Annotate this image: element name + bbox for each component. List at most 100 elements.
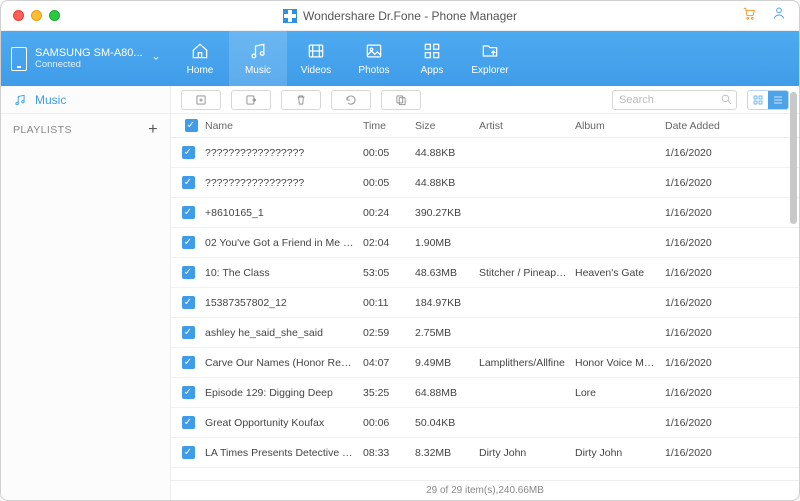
table-row[interactable]: +8610165_100:24390.27KB1/16/2020 bbox=[171, 198, 799, 228]
cell-name: LA Times Presents Detective Trapp... bbox=[203, 447, 363, 459]
cell-date: 1/16/2020 bbox=[665, 357, 745, 369]
close-window-button[interactable] bbox=[13, 10, 24, 21]
nav-home[interactable]: Home bbox=[171, 31, 229, 86]
table-row[interactable]: Episode 129: Digging Deep35:2564.88MBLor… bbox=[171, 378, 799, 408]
sidebar-section-playlists: PLAYLISTS + bbox=[1, 114, 170, 146]
col-header-time[interactable]: Time bbox=[363, 120, 415, 132]
cell-date: 1/16/2020 bbox=[665, 207, 745, 219]
search-box bbox=[612, 90, 737, 110]
col-header-album[interactable]: Album bbox=[575, 120, 665, 132]
table-row[interactable]: 10: The Class53:0548.63MBStitcher / Pine… bbox=[171, 258, 799, 288]
cell-time: 04:07 bbox=[363, 357, 415, 369]
row-checkbox[interactable] bbox=[179, 356, 203, 369]
cell-artist: Stitcher / Pineapple... bbox=[479, 267, 575, 279]
dedup-button[interactable] bbox=[381, 90, 421, 110]
status-text: 29 of 29 item(s),240.66MB bbox=[426, 485, 544, 496]
cell-date: 1/16/2020 bbox=[665, 267, 745, 279]
row-checkbox[interactable] bbox=[179, 446, 203, 459]
vertical-scrollbar[interactable] bbox=[790, 92, 797, 224]
col-header-date[interactable]: Date Added bbox=[665, 120, 745, 132]
videos-icon bbox=[306, 41, 326, 61]
cell-time: 02:59 bbox=[363, 327, 415, 339]
cell-time: 00:11 bbox=[363, 297, 415, 309]
cell-size: 44.88KB bbox=[415, 177, 479, 189]
table-row[interactable]: LA Times Presents Detective Trapp...08:3… bbox=[171, 438, 799, 468]
cart-icon[interactable] bbox=[741, 5, 757, 26]
cell-size: 8.32MB bbox=[415, 447, 479, 459]
cell-date: 1/16/2020 bbox=[665, 417, 745, 429]
table-row[interactable]: Carve Our Names (Honor Remixed)04:079.49… bbox=[171, 348, 799, 378]
cell-time: 53:05 bbox=[363, 267, 415, 279]
grid-view-button[interactable] bbox=[748, 91, 768, 109]
nav-apps[interactable]: Apps bbox=[403, 31, 461, 86]
row-checkbox[interactable] bbox=[179, 296, 203, 309]
cell-time: 00:06 bbox=[363, 417, 415, 429]
device-selector[interactable]: SAMSUNG SM-A80... Connected bbox=[1, 47, 171, 71]
nav-music[interactable]: Music bbox=[229, 31, 287, 86]
cell-name: +8610165_1 bbox=[203, 207, 363, 219]
nav-photos[interactable]: Photos bbox=[345, 31, 403, 86]
cell-time: 00:05 bbox=[363, 147, 415, 159]
view-toggle bbox=[747, 90, 789, 110]
toolbar bbox=[171, 86, 799, 114]
row-checkbox[interactable] bbox=[179, 266, 203, 279]
cell-size: 50.04KB bbox=[415, 417, 479, 429]
row-checkbox[interactable] bbox=[179, 176, 203, 189]
sidebar-header[interactable]: Music bbox=[1, 86, 170, 114]
col-header-size[interactable]: Size bbox=[415, 120, 479, 132]
cell-size: 64.88MB bbox=[415, 387, 479, 399]
account-icon[interactable] bbox=[771, 5, 787, 26]
table-body: ?????????????????00:0544.88KB1/16/2020??… bbox=[171, 138, 799, 480]
list-view-button[interactable] bbox=[768, 91, 788, 109]
music-icon bbox=[248, 41, 268, 61]
table-row[interactable]: 15387357802_1200:11184.97KB1/16/2020 bbox=[171, 288, 799, 318]
refresh-button[interactable] bbox=[331, 90, 371, 110]
apps-icon bbox=[422, 41, 442, 61]
table-header: Name Time Size Artist Album Date Added bbox=[171, 114, 799, 138]
row-checkbox[interactable] bbox=[179, 206, 203, 219]
nav-videos[interactable]: Videos bbox=[287, 31, 345, 86]
table-row[interactable]: ?????????????????00:0544.88KB1/16/2020 bbox=[171, 138, 799, 168]
sidebar: Music PLAYLISTS + bbox=[1, 86, 171, 500]
table-row[interactable]: ?????????????????00:0544.88KB1/16/2020 bbox=[171, 168, 799, 198]
chevron-down-icon bbox=[151, 50, 161, 68]
add-playlist-button[interactable]: + bbox=[148, 122, 158, 138]
sidebar-section-label: PLAYLISTS bbox=[13, 124, 72, 136]
phone-icon bbox=[11, 47, 27, 71]
cell-date: 1/16/2020 bbox=[665, 387, 745, 399]
col-header-artist[interactable]: Artist bbox=[479, 120, 575, 132]
minimize-window-button[interactable] bbox=[31, 10, 42, 21]
cell-name: 15387357802_12 bbox=[203, 297, 363, 309]
cell-name: Carve Our Names (Honor Remixed) bbox=[203, 357, 363, 369]
device-name: SAMSUNG SM-A80... bbox=[35, 47, 143, 59]
nav-explorer[interactable]: Explorer bbox=[461, 31, 519, 86]
nav-label: Apps bbox=[421, 65, 444, 76]
cell-size: 390.27KB bbox=[415, 207, 479, 219]
row-checkbox[interactable] bbox=[179, 236, 203, 249]
delete-button[interactable] bbox=[281, 90, 321, 110]
row-checkbox[interactable] bbox=[179, 326, 203, 339]
search-input[interactable] bbox=[612, 90, 737, 110]
row-checkbox[interactable] bbox=[179, 146, 203, 159]
home-icon bbox=[190, 41, 210, 61]
maximize-window-button[interactable] bbox=[49, 10, 60, 21]
col-header-name[interactable]: Name bbox=[203, 120, 363, 132]
music-icon bbox=[13, 93, 27, 107]
table-row[interactable]: ashley he_said_she_said02:592.75MB1/16/2… bbox=[171, 318, 799, 348]
cell-name: Episode 129: Digging Deep bbox=[203, 387, 363, 399]
cell-name: 10: The Class bbox=[203, 267, 363, 279]
nav-label: Explorer bbox=[471, 65, 508, 76]
window-controls bbox=[13, 10, 60, 21]
main-area: Music PLAYLISTS + bbox=[1, 86, 799, 500]
row-checkbox[interactable] bbox=[179, 386, 203, 399]
cell-time: 02:04 bbox=[363, 237, 415, 249]
cell-date: 1/16/2020 bbox=[665, 297, 745, 309]
cell-date: 1/16/2020 bbox=[665, 177, 745, 189]
cell-name: Great Opportunity Koufax bbox=[203, 417, 363, 429]
export-button[interactable] bbox=[231, 90, 271, 110]
select-all-checkbox[interactable] bbox=[179, 119, 203, 132]
table-row[interactable]: 02 You've Got a Friend in Me (From...02:… bbox=[171, 228, 799, 258]
row-checkbox[interactable] bbox=[179, 416, 203, 429]
add-button[interactable] bbox=[181, 90, 221, 110]
table-row[interactable]: Great Opportunity Koufax00:0650.04KB 1/16… bbox=[171, 408, 799, 438]
